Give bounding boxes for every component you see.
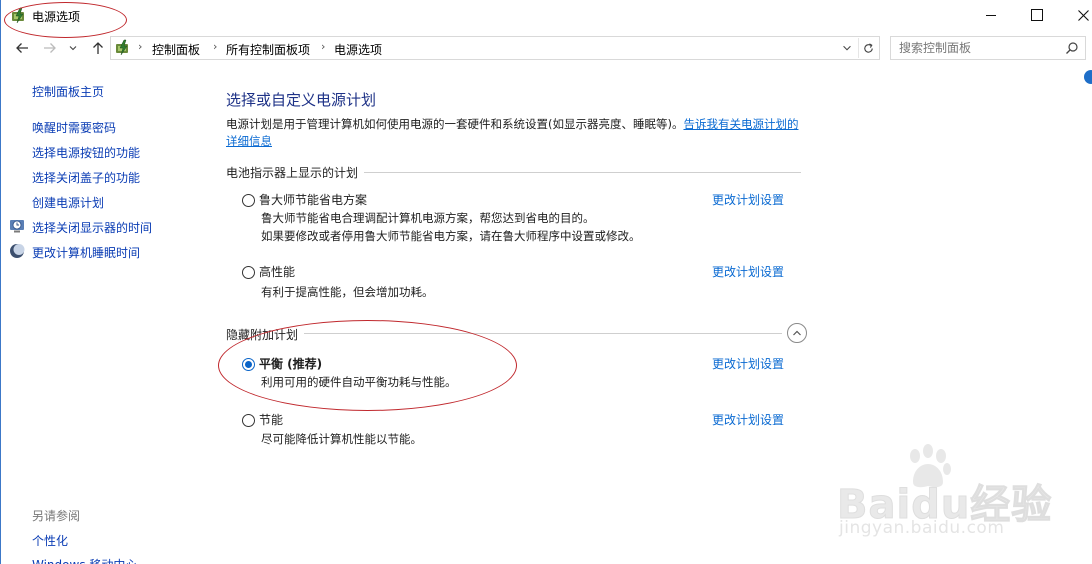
battery-plans-heading: 电池指示器上显示的计划 xyxy=(226,164,365,181)
plan-desc-power-saver: 尽可能降低计算机性能以节能。 xyxy=(261,432,422,446)
plan-radio-high-performance[interactable] xyxy=(242,266,255,279)
arrow-right-icon xyxy=(44,43,56,53)
change-plan-settings-high-performance[interactable]: 更改计划设置 xyxy=(712,263,784,280)
address-bar[interactable]: › 控制面板 › 所有控制面板项 › 电源选项 xyxy=(110,36,880,60)
clock-monitor-icon xyxy=(10,220,24,233)
annotation-ellipse-title xyxy=(4,2,127,38)
see-also-heading: 另请参阅 xyxy=(32,509,81,523)
change-plan-settings-ludashi[interactable]: 更改计划设置 xyxy=(712,191,784,208)
chevron-down-icon xyxy=(69,46,77,51)
see-also-personalization-link[interactable]: 个性化 xyxy=(32,532,68,549)
sidebar-link-require-password[interactable]: 唤醒时需要密码 xyxy=(32,119,116,136)
left-navigation-pane: 控制面板主页 唤醒时需要密码 选择电源按钮的功能 选择关闭盖子的功能 创建电源计… xyxy=(1,62,206,564)
arrow-left-icon xyxy=(16,43,28,53)
navigation-bar: › 控制面板 › 所有控制面板项 › 电源选项 xyxy=(1,34,1092,62)
collapse-hidden-plans-button[interactable] xyxy=(787,323,807,343)
search-box[interactable] xyxy=(890,36,1086,60)
plan-name-ludashi[interactable]: 鲁大师节能省电方案 xyxy=(259,191,367,208)
control-panel-home-link[interactable]: 控制面板主页 xyxy=(32,83,104,100)
plan-desc-ludashi-line2: 如果要修改或者停用鲁大师节能省电方案，请在鲁大师程序中设置或修改。 xyxy=(261,229,641,243)
sidebar-link-close-lid[interactable]: 选择关闭盖子的功能 xyxy=(32,169,140,186)
arrow-up-icon xyxy=(93,42,103,54)
sidebar-link-display-off[interactable]: 选择关闭显示器的时间 xyxy=(32,219,152,236)
breadcrumb-separator: › xyxy=(138,40,143,53)
watermark-domain: jingyan.baidu.com xyxy=(839,518,1005,538)
title-bar: 电源选项 xyxy=(1,0,1092,38)
maximize-button[interactable] xyxy=(1014,0,1060,30)
sidebar-link-create-plan[interactable]: 创建电源计划 xyxy=(32,194,104,211)
search-icon[interactable] xyxy=(1065,41,1079,55)
breadcrumb-power-options[interactable]: 电源选项 xyxy=(334,41,382,58)
back-button[interactable] xyxy=(12,38,32,58)
plan-desc-high-performance: 有利于提高性能，但会增加功耗。 xyxy=(261,285,434,299)
chevron-down-icon xyxy=(843,45,851,51)
refresh-button[interactable] xyxy=(858,38,878,58)
close-button[interactable] xyxy=(1060,0,1092,30)
search-input[interactable] xyxy=(899,40,1059,56)
recent-locations-button[interactable] xyxy=(65,38,81,58)
see-also-mobility-center-link[interactable]: Windows 移动中心 xyxy=(32,556,137,564)
breadcrumb-separator: › xyxy=(213,40,218,53)
description-text: 电源计划是用于管理计算机如何使用电源的一套硬件和系统设置(如显示器亮度、睡眠等)… xyxy=(226,117,684,131)
refresh-icon xyxy=(864,42,873,53)
power-options-window: 电源选项 › 控制面板 › 所有控制面板项 › 电源选项 搜索控制面板 控制面板… xyxy=(0,0,1092,564)
plan-name-power-saver[interactable]: 节能 xyxy=(259,411,283,428)
minimize-button[interactable] xyxy=(968,0,1014,30)
page-title: 选择或自定义电源计划 xyxy=(226,91,377,109)
change-plan-settings-balanced[interactable]: 更改计划设置 xyxy=(712,355,784,372)
annotation-ellipse-balanced xyxy=(218,320,517,411)
change-plan-settings-power-saver[interactable]: 更改计划设置 xyxy=(712,411,784,428)
plan-name-high-performance[interactable]: 高性能 xyxy=(259,263,295,280)
sidebar-link-sleep-time[interactable]: 更改计算机睡眠时间 xyxy=(32,244,140,261)
forward-button[interactable] xyxy=(40,38,60,58)
breadcrumb-separator: › xyxy=(321,40,326,53)
baidu-jingyan-watermark: Baidu经验 jingyan.baidu.com xyxy=(836,440,1057,540)
plan-desc-ludashi-line1: 鲁大师节能省电合理调配计算机电源方案，帮您达到省电的目的。 xyxy=(261,211,595,225)
sidebar-link-power-button[interactable]: 选择电源按钮的功能 xyxy=(32,144,140,161)
moon-icon xyxy=(10,244,25,258)
page-description: 电源计划是用于管理计算机如何使用电源的一套硬件和系统设置(如显示器亮度、睡眠等)… xyxy=(226,116,806,150)
breadcrumb-all-items[interactable]: 所有控制面板项 xyxy=(226,41,310,58)
up-button[interactable] xyxy=(88,38,108,58)
close-icon xyxy=(1077,9,1089,21)
plan-radio-power-saver[interactable] xyxy=(242,414,255,427)
power-options-icon xyxy=(116,39,128,56)
breadcrumb-control-panel[interactable]: 控制面板 xyxy=(152,41,200,58)
plan-radio-ludashi[interactable] xyxy=(242,194,255,207)
address-history-dropdown[interactable] xyxy=(839,40,855,56)
chevron-up-icon xyxy=(793,330,801,336)
